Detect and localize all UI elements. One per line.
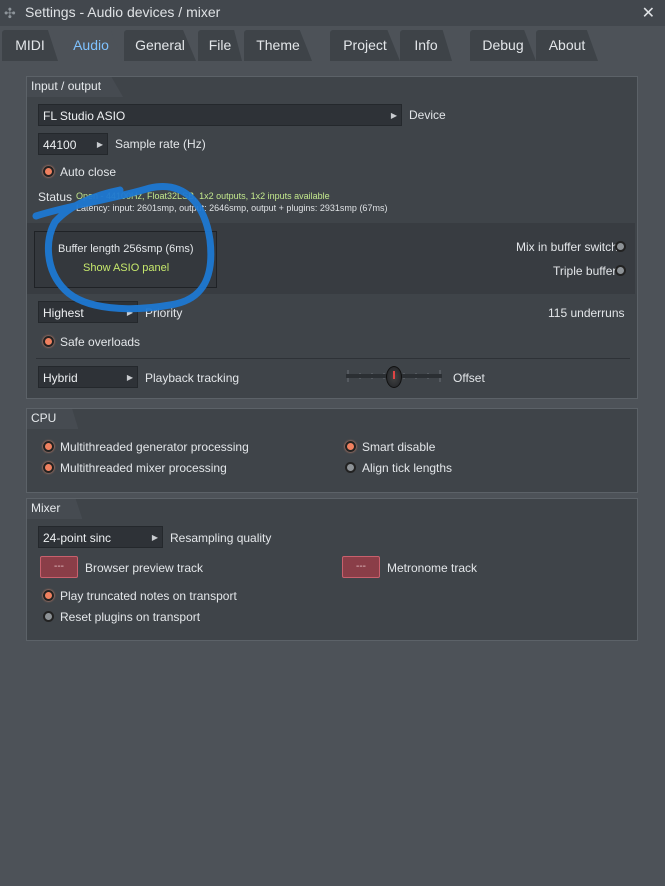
annotation-circle	[32, 183, 215, 313]
